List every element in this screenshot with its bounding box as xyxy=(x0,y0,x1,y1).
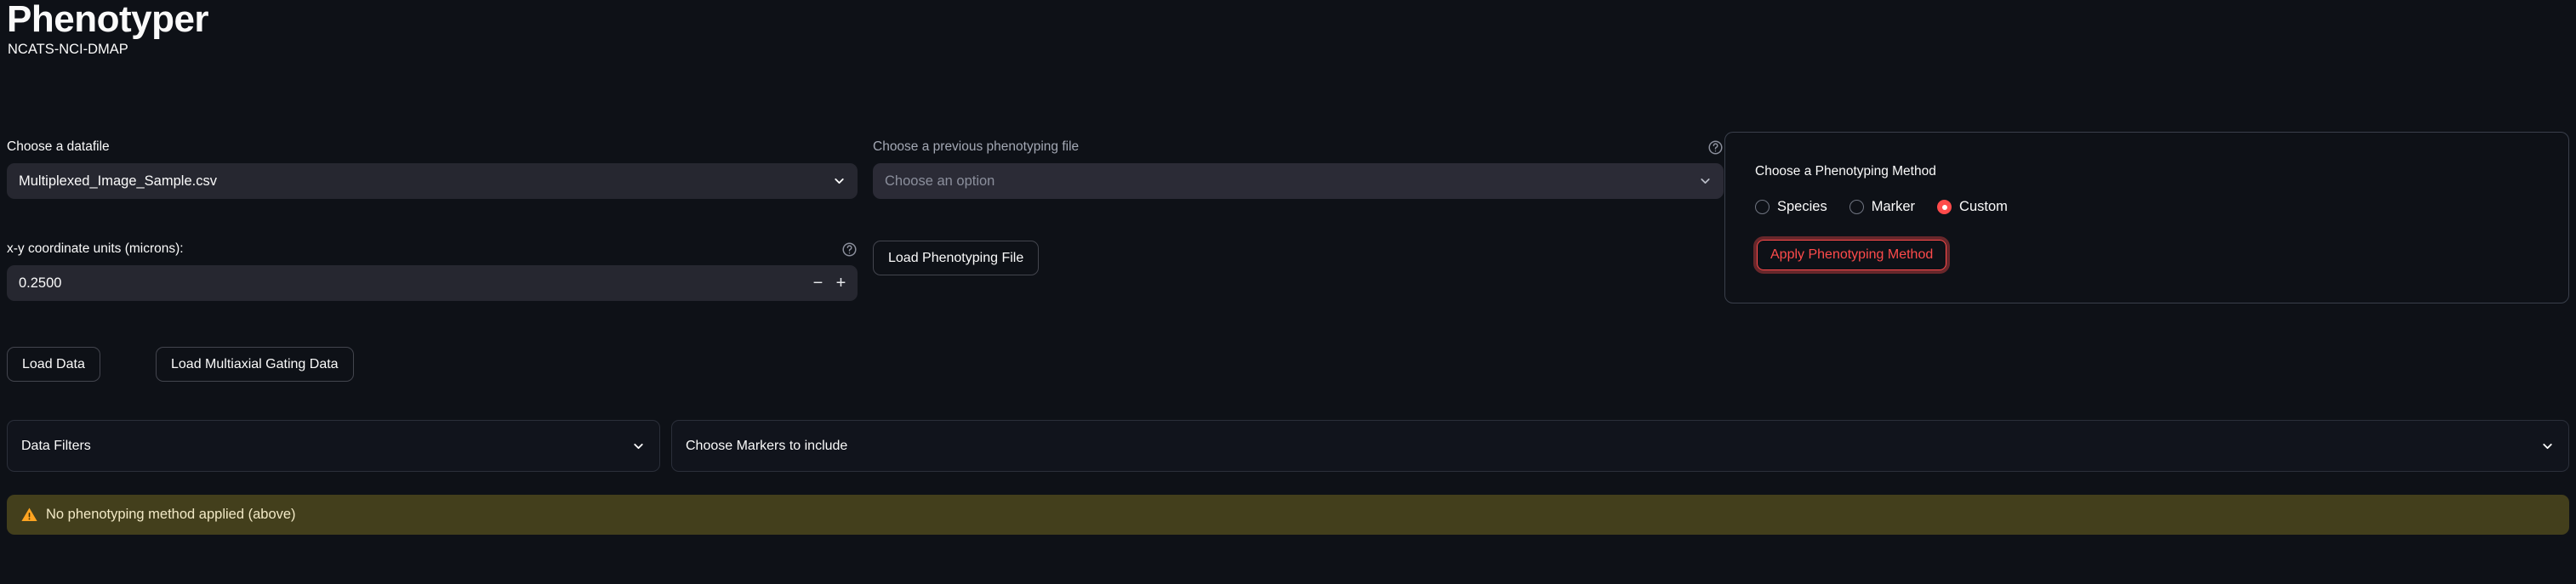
radio-option-species[interactable]: Species xyxy=(1755,199,1827,215)
status-banner-no-phenotyping-method: No phenotyping method applied (above) xyxy=(7,495,2569,535)
radio-option-custom-label: Custom xyxy=(1959,199,2008,214)
page-title: Phenotyper xyxy=(7,0,209,40)
help-circle-icon[interactable] xyxy=(1707,139,1724,156)
chevron-down-icon[interactable] xyxy=(631,439,646,453)
radio-option-species-label: Species xyxy=(1777,199,1827,214)
load-multiaxial-gating-data-button[interactable]: Load Multiaxial Gating Data xyxy=(156,347,354,382)
expander-data-filters[interactable]: Data Filters xyxy=(7,420,660,472)
datafile-label-row: Choose a datafile xyxy=(7,139,858,156)
previous-phenotyping-file-select[interactable]: Choose an option xyxy=(873,163,1724,199)
coordinate-units-value: 0.2500 xyxy=(19,275,62,291)
page-subtitle: NCATS-NCI-DMAP xyxy=(8,42,128,57)
radio-option-marker-label: Marker xyxy=(1871,199,1916,214)
datafile-selected-value: Multiplexed_Image_Sample.csv xyxy=(19,173,217,189)
radio-circle-selected-icon xyxy=(1937,200,1952,214)
load-data-button[interactable]: Load Data xyxy=(7,347,100,382)
coordinate-units-increment-button[interactable]: + xyxy=(831,265,858,301)
previous-phenotyping-file-label: Choose a previous phenotyping file xyxy=(873,139,1080,154)
coordinate-units-label-row: x-y coordinate units (microns): xyxy=(7,241,858,258)
help-circle-icon[interactable] xyxy=(841,241,858,258)
chevron-down-icon[interactable] xyxy=(1698,174,1713,189)
radio-option-marker[interactable]: Marker xyxy=(1849,199,1915,215)
chevron-down-icon[interactable] xyxy=(832,174,846,189)
radio-circle-icon xyxy=(1755,200,1770,214)
warning-triangle-icon xyxy=(20,506,38,524)
coordinate-units-decrement-button[interactable]: − xyxy=(805,265,831,301)
expander-choose-markers[interactable]: Choose Markers to include xyxy=(671,420,2569,472)
phenotyping-method-radio-group: Species Marker Custom xyxy=(1755,199,2030,215)
load-phenotyping-file-button[interactable]: Load Phenotyping File xyxy=(873,241,1040,275)
previous-phenotyping-file-selected-value: Choose an option xyxy=(885,173,995,189)
quantity-stepper: − + xyxy=(805,265,858,301)
apply-phenotyping-method-button[interactable]: Apply Phenotyping Method xyxy=(1757,240,1947,270)
radio-option-custom[interactable]: Custom xyxy=(1937,199,2008,215)
datafile-label: Choose a datafile xyxy=(7,139,110,154)
previous-phenotyping-file-label-row: Choose a previous phenotyping file xyxy=(873,139,1724,156)
app-root: Phenotyper NCATS-NCI-DMAP Choose a dataf… xyxy=(0,0,2576,584)
status-banner-message: No phenotyping method applied (above) xyxy=(46,507,296,522)
expander-data-filters-label: Data Filters xyxy=(21,438,91,453)
phenotyping-method-title: Choose a Phenotyping Method xyxy=(1755,164,1936,179)
expander-choose-markers-label: Choose Markers to include xyxy=(686,438,848,453)
radio-circle-icon xyxy=(1849,200,1864,214)
datafile-select[interactable]: Multiplexed_Image_Sample.csv xyxy=(7,163,858,199)
phenotyping-method-panel: Choose a Phenotyping Method Species Mark… xyxy=(1724,132,2569,303)
chevron-down-icon[interactable] xyxy=(2540,439,2555,453)
coordinate-units-input[interactable]: 0.2500 − + xyxy=(7,265,858,301)
coordinate-units-label: x-y coordinate units (microns): xyxy=(7,241,184,256)
